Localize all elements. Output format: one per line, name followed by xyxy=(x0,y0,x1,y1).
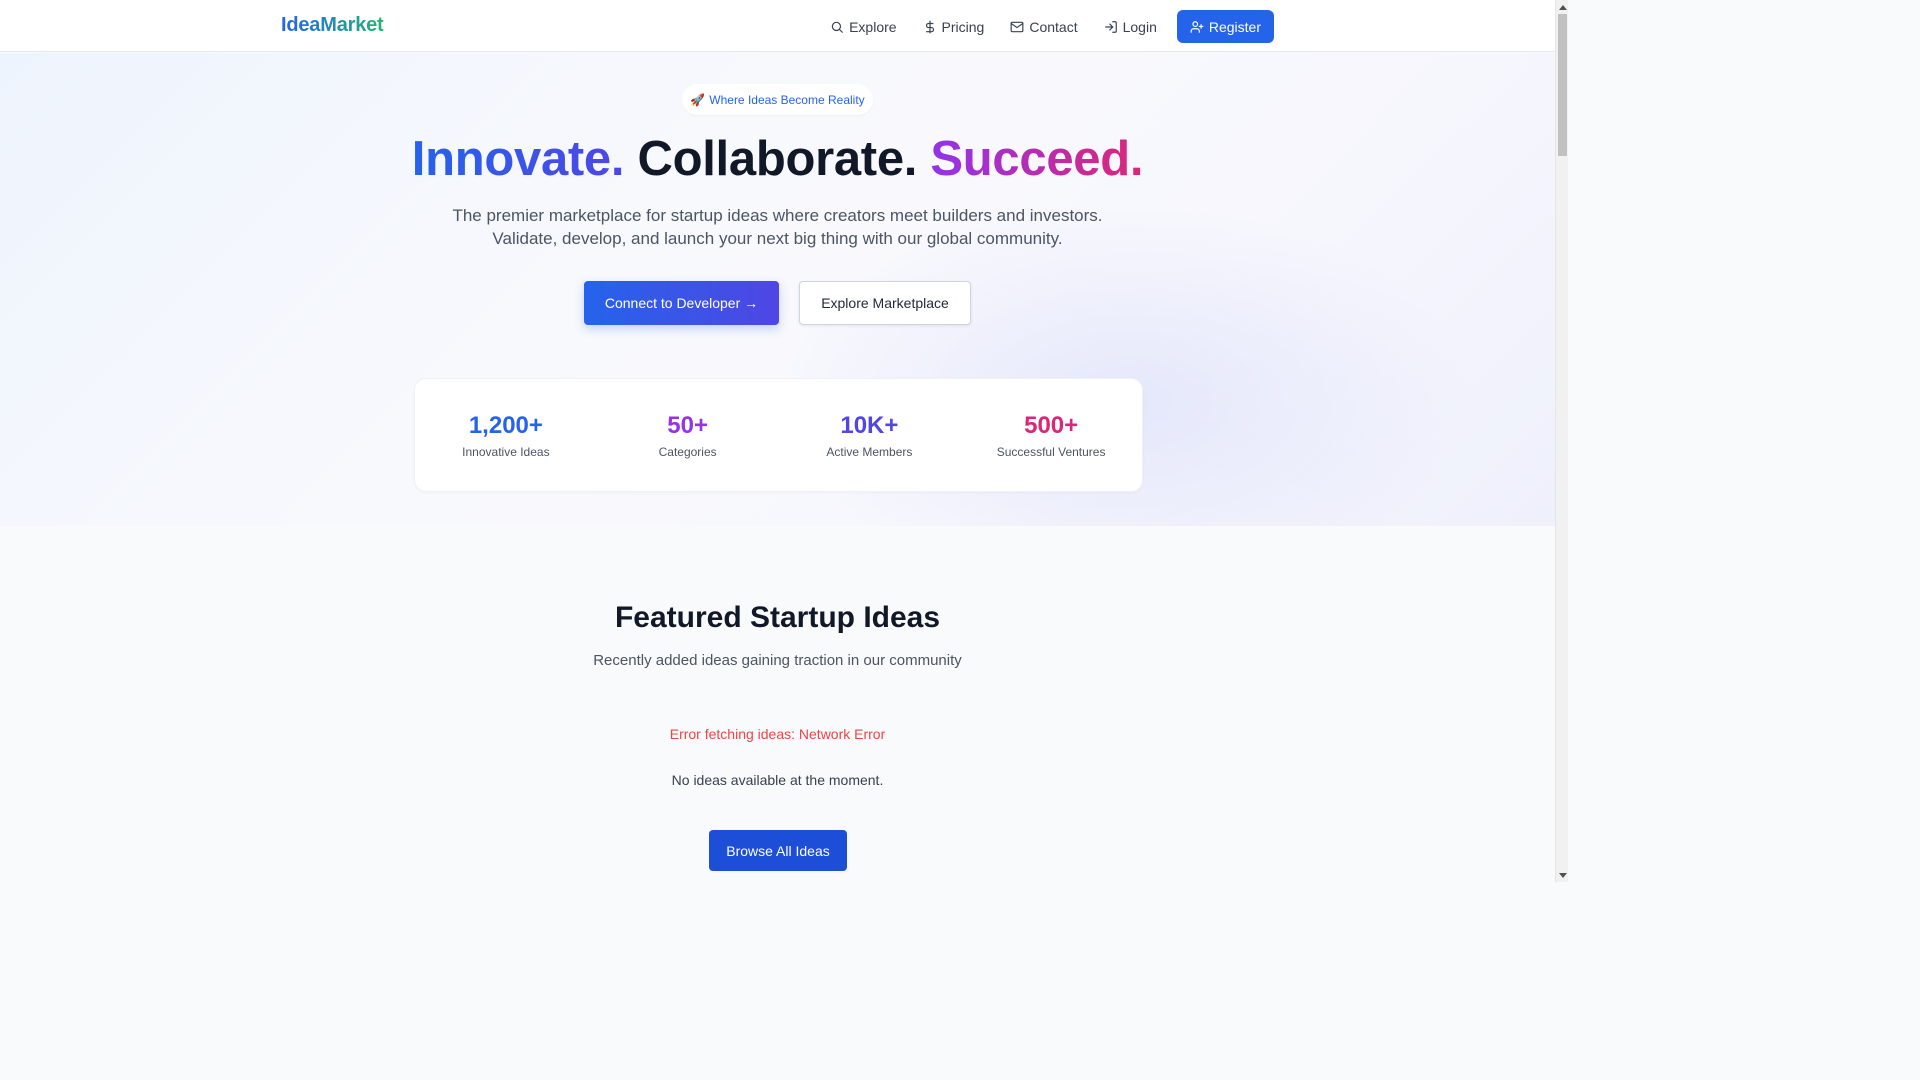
hero-headline: Innovate. Collaborate. Succeed. xyxy=(0,131,1555,187)
rocket-icon: 🚀 xyxy=(690,92,706,107)
stat-value: 1,200+ xyxy=(468,412,543,439)
mail-icon xyxy=(1010,21,1024,32)
stat-label: Active Members xyxy=(826,445,913,459)
stat-successful-ventures: 500+ Successful Ventures xyxy=(960,379,1142,491)
stat-innovative-ideas: 1,200+ Innovative Ideas xyxy=(415,379,597,491)
headline-word-succeed: Succeed. xyxy=(930,132,1144,186)
hero-subtitle-line1: The premier marketplace for startup idea… xyxy=(452,206,1103,225)
featured-section-subtitle: Recently added ideas gaining traction in… xyxy=(593,652,962,669)
explore-marketplace-button[interactable]: Explore Marketplace xyxy=(799,281,971,325)
hero-badge: 🚀 Where Ideas Become Reality xyxy=(682,84,873,115)
dollar-icon xyxy=(925,20,934,33)
stat-label: Innovative Ideas xyxy=(462,445,550,459)
nav-link-label: Explore xyxy=(849,18,897,35)
stats-card: 1,200+ Innovative Ideas 50+ Categories 1… xyxy=(414,378,1143,492)
hero-subtitle: The premier marketplace for startup idea… xyxy=(0,204,1555,250)
hero-badge-text: Where Ideas Become Reality xyxy=(709,92,865,107)
register-button[interactable]: Register xyxy=(1176,10,1274,43)
brand-logo[interactable]: IdeaMarket xyxy=(281,14,384,37)
nav-link-pricing[interactable]: Pricing xyxy=(910,11,998,43)
nav-link-label: Login xyxy=(1122,18,1157,35)
search-icon xyxy=(831,21,843,33)
top-navbar: IdeaMarket Explore Pricing Contact Login… xyxy=(0,0,1555,52)
scrollbar-thumb[interactable] xyxy=(1558,14,1567,156)
empty-state-message: No ideas available at the moment. xyxy=(671,772,884,788)
brand-name-part1: Idea xyxy=(281,14,321,36)
scroll-down-arrow-icon[interactable] xyxy=(1556,868,1569,882)
stat-active-members: 10K+ Active Members xyxy=(779,379,961,491)
brand-name-part2: Market xyxy=(320,14,384,36)
stat-label: Categories xyxy=(658,445,717,459)
stat-categories: 50+ Categories xyxy=(597,379,779,491)
browse-all-ideas-button[interactable]: Browse All Ideas xyxy=(709,830,847,871)
nav-link-contact[interactable]: Contact xyxy=(997,11,1090,43)
nav-link-label: Pricing xyxy=(941,18,985,35)
stat-label: Successful Ventures xyxy=(996,445,1106,459)
nav-link-explore[interactable]: Explore xyxy=(817,11,909,43)
headline-word-collaborate: Collaborate. xyxy=(637,132,918,186)
user-plus-icon xyxy=(1190,20,1204,33)
stat-value: 500+ xyxy=(1024,412,1079,439)
featured-section-title: Featured Startup Ideas xyxy=(614,601,941,634)
stat-value: 10K+ xyxy=(840,412,899,439)
stat-value: 50+ xyxy=(667,412,708,439)
scroll-up-arrow-icon[interactable] xyxy=(1556,0,1569,14)
headline-word-innovate: Innovate. xyxy=(411,132,625,186)
hero-subtitle-line2: Validate, develop, and launch your next … xyxy=(492,229,1063,248)
vertical-scrollbar[interactable] xyxy=(1555,0,1568,882)
nav-link-login[interactable]: Login xyxy=(1091,11,1170,43)
register-label: Register xyxy=(1208,18,1261,35)
nav-links: Explore Pricing Contact Login Register xyxy=(817,10,1274,43)
login-icon xyxy=(1104,20,1117,33)
nav-link-label: Contact xyxy=(1029,18,1078,35)
error-message: Error fetching ideas: Network Error xyxy=(669,726,886,742)
connect-developer-button[interactable]: Connect to Developer → xyxy=(584,281,779,325)
hero-section: 🚀 Where Ideas Become Reality Innovate. C… xyxy=(0,53,1555,526)
